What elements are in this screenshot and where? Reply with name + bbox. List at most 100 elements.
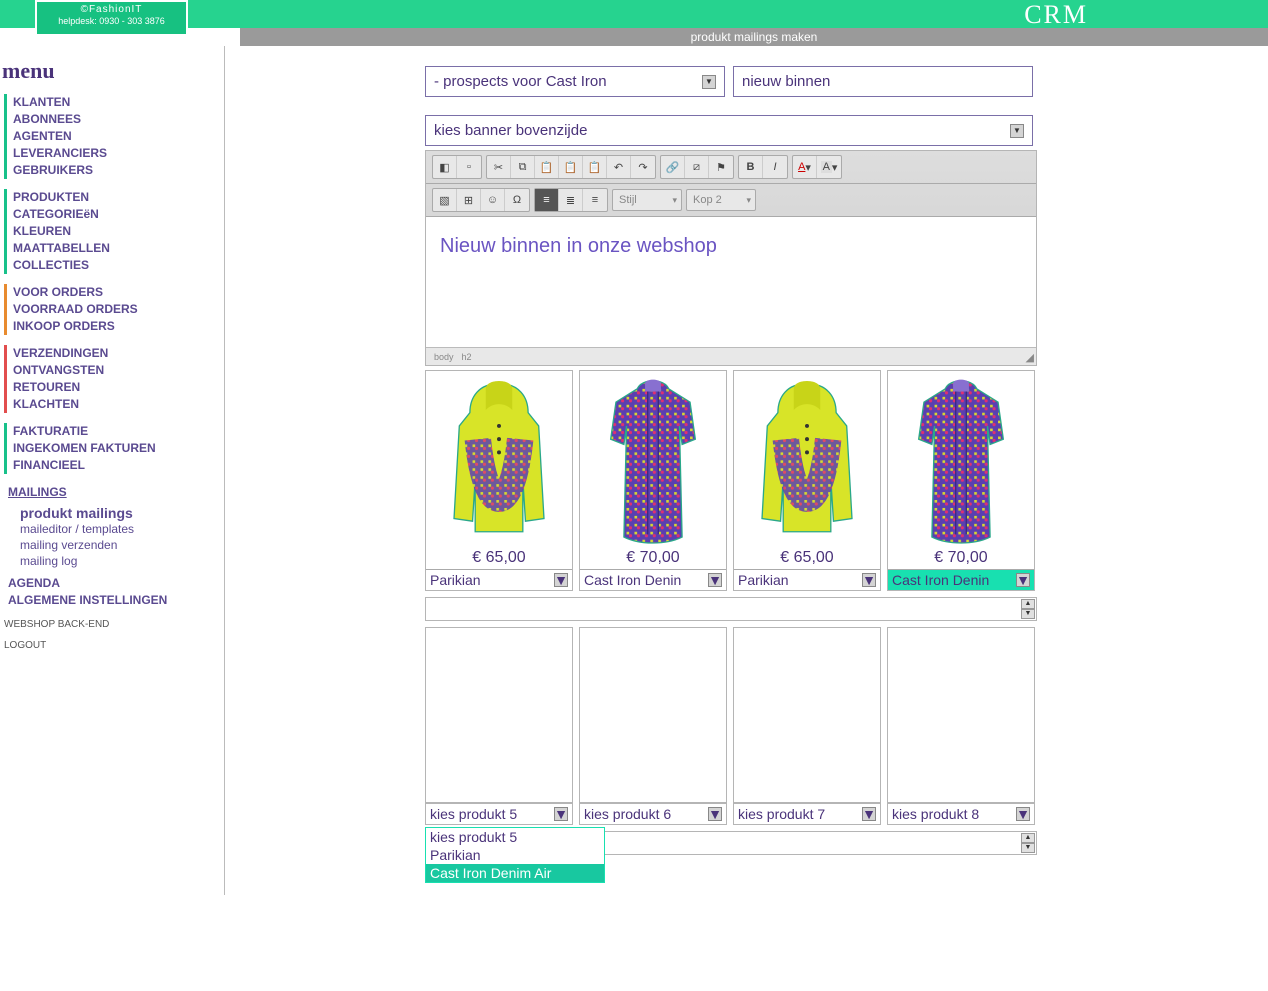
sidebar-item-inkoop-orders[interactable]: INKOOP ORDERS [13, 318, 220, 335]
sidebar-item-maattabellen[interactable]: MAATTABELLEN [13, 240, 220, 257]
sidebar-sub-maileditor[interactable]: maileditor / templates [20, 521, 220, 537]
undo-icon[interactable]: ↶ [607, 156, 631, 178]
smiley-icon[interactable]: ☺ [481, 189, 505, 211]
align-left-icon[interactable]: ≡ [535, 189, 559, 211]
product-select[interactable]: Parikian▼ [426, 569, 572, 590]
product-select-empty[interactable]: kies produkt 8▼ [887, 803, 1035, 825]
product-select[interactable]: Cast Iron Denin▼ [888, 569, 1034, 590]
sidebar-item-voor-orders[interactable]: VOOR ORDERS [13, 284, 220, 301]
brand-name: ©FashionIT [81, 4, 143, 15]
editor-path-h2[interactable]: h2 [462, 352, 472, 362]
editor-path-body[interactable]: body [434, 352, 454, 362]
bold-icon[interactable]: B [739, 156, 763, 178]
style-select[interactable]: Stijl [612, 189, 682, 211]
paste-word-icon[interactable]: 📋 [583, 156, 607, 178]
sidebar-item-algemene-instellingen[interactable]: ALGEMENE INSTELLINGEN [8, 592, 220, 609]
chevron-down-icon: ▼ [862, 807, 876, 821]
product-select-value: Cast Iron Denin [584, 572, 681, 588]
textcolor-icon[interactable]: A▾ [793, 156, 817, 178]
sidebar-item-retouren[interactable]: RETOUREN [13, 379, 220, 396]
main-panel: - prospects voor Cast Iron ▼ kies banner… [225, 46, 1268, 895]
sidebar-item-collecties[interactable]: COLLECTIES [13, 257, 220, 274]
menu-heading: menu [2, 58, 220, 84]
product-select-value: kies produkt 7 [738, 806, 825, 822]
specialchar-icon[interactable]: Ω [505, 189, 529, 211]
product-image [888, 371, 1034, 547]
sidebar-item-klachten[interactable]: KLACHTEN [13, 396, 220, 413]
anchor-icon[interactable]: ⚑ [709, 156, 733, 178]
sidebar-item-produkten[interactable]: PRODUKTEN [13, 189, 220, 206]
step-up-icon[interactable]: ▲ [1021, 833, 1035, 843]
middle-text-input[interactable]: ▲▼ [425, 597, 1037, 621]
align-center-icon[interactable]: ≣ [559, 189, 583, 211]
table-icon[interactable]: ⊞ [457, 189, 481, 211]
sidebar-item-mailings[interactable]: MAILINGS [8, 484, 220, 501]
sidebar-item-verzendingen[interactable]: VERZENDINGEN [13, 345, 220, 362]
cut-icon[interactable]: ✂ [487, 156, 511, 178]
unlink-icon[interactable]: ⧄ [685, 156, 709, 178]
product-select-empty[interactable]: kies produkt 6▼ [579, 803, 727, 825]
sidebar-item-categorieen[interactable]: CATEGORIEëN [13, 206, 220, 223]
align-right-icon[interactable]: ≡ [583, 189, 607, 211]
product-card: € 70,00Cast Iron Denin▼ [887, 370, 1035, 591]
banner-select[interactable]: kies banner bovenzijde ▼ [425, 115, 1033, 146]
italic-icon[interactable]: I [763, 156, 787, 178]
product-select[interactable]: Cast Iron Denin▼ [580, 569, 726, 590]
step-down-icon[interactable]: ▼ [1021, 609, 1035, 619]
bgcolor-icon[interactable]: A▾ [817, 156, 841, 178]
link-icon[interactable]: 🔗 [661, 156, 685, 178]
sidebar-item-klanten[interactable]: KLANTEN [13, 94, 220, 111]
product-price: € 70,00 [580, 547, 726, 569]
sidebar-sub-mailing-verzenden[interactable]: mailing verzenden [20, 537, 220, 553]
dropdown-option[interactable]: kies produkt 5 [426, 828, 604, 846]
product-price: € 70,00 [888, 547, 1034, 569]
product-select-empty[interactable]: kies produkt 5▼ [425, 803, 573, 825]
sidebar-item-ingekomen-fakturen[interactable]: INGEKOMEN FAKTUREN [13, 440, 220, 457]
product-select-dropdown[interactable]: kies produkt 5ParikianCast Iron Denim Ai… [425, 827, 605, 883]
editor-body[interactable]: Nieuw binnen in onze webshop [426, 217, 1036, 347]
sidebar-item-gebruikers[interactable]: GEBRUIKERS [13, 162, 220, 179]
sidebar-item-agenda[interactable]: AGENDA [8, 575, 220, 592]
sidebar-item-logout[interactable]: LOGOUT [4, 640, 220, 651]
newpage-icon[interactable]: ▫ [457, 156, 481, 178]
sidebar-sub-mailing-log[interactable]: mailing log [20, 553, 220, 569]
product-select-value: Parikian [430, 572, 481, 588]
chevron-down-icon: ▼ [702, 75, 716, 89]
sidebar-item-webshop-backend[interactable]: WEBSHOP BACK-END [4, 619, 220, 630]
rich-text-editor: ◧ ▫ ✂ ⧉ 📋 📋 📋 ↶ ↷ 🔗 ⧄ ⚑ [425, 150, 1037, 366]
product-image [734, 371, 880, 547]
source-icon[interactable]: ◧ [433, 156, 457, 178]
paste-text-icon[interactable]: 📋 [559, 156, 583, 178]
chevron-down-icon: ▼ [554, 807, 568, 821]
dropdown-option[interactable]: Parikian [426, 846, 604, 864]
product-select-empty[interactable]: kies produkt 7 ▼ [733, 803, 881, 825]
sidebar-item-abonnees[interactable]: ABONNEES [13, 111, 220, 128]
product-card: € 65,00Parikian▼ [733, 370, 881, 591]
subject-input[interactable] [733, 66, 1033, 97]
prospects-select[interactable]: - prospects voor Cast Iron ▼ [425, 66, 725, 97]
sidebar-item-voorraad-orders[interactable]: VOORRAAD ORDERS [13, 301, 220, 318]
redo-icon[interactable]: ↷ [631, 156, 655, 178]
dropdown-option[interactable]: Cast Iron Denim Air [426, 864, 604, 882]
format-select[interactable]: Kop 2 [686, 189, 756, 211]
step-up-icon[interactable]: ▲ [1021, 599, 1035, 609]
product-select[interactable]: Parikian▼ [734, 569, 880, 590]
copy-icon[interactable]: ⧉ [511, 156, 535, 178]
sidebar-item-agenten[interactable]: AGENTEN [13, 128, 220, 145]
paste-icon[interactable]: 📋 [535, 156, 559, 178]
product-card: € 70,00Cast Iron Denin▼ [579, 370, 727, 591]
product-select-value: Parikian [738, 572, 789, 588]
sidebar-item-ontvangsten[interactable]: ONTVANGSTEN [13, 362, 220, 379]
sidebar-item-financieel[interactable]: FINANCIEEL [13, 457, 220, 474]
resize-handle-icon[interactable]: ◢ [1026, 351, 1034, 364]
sidebar-item-leveranciers[interactable]: LEVERANCIERS [13, 145, 220, 162]
sidebar-item-fakturatie[interactable]: FAKTURATIE [13, 423, 220, 440]
brand-helpdesk: helpdesk: 0930 - 303 3876 [37, 16, 186, 26]
editor-toolbar-row1: ◧ ▫ ✂ ⧉ 📋 📋 📋 ↶ ↷ 🔗 ⧄ ⚑ [426, 151, 1036, 184]
chevron-down-icon: ▼ [1016, 807, 1030, 821]
product-card: € 65,00Parikian▼ [425, 370, 573, 591]
sidebar-item-kleuren[interactable]: KLEUREN [13, 223, 220, 240]
sidebar-sub-produkt-mailings[interactable]: produkt mailings [20, 505, 220, 521]
image-icon[interactable]: ▧ [433, 189, 457, 211]
step-down-icon[interactable]: ▼ [1021, 843, 1035, 853]
